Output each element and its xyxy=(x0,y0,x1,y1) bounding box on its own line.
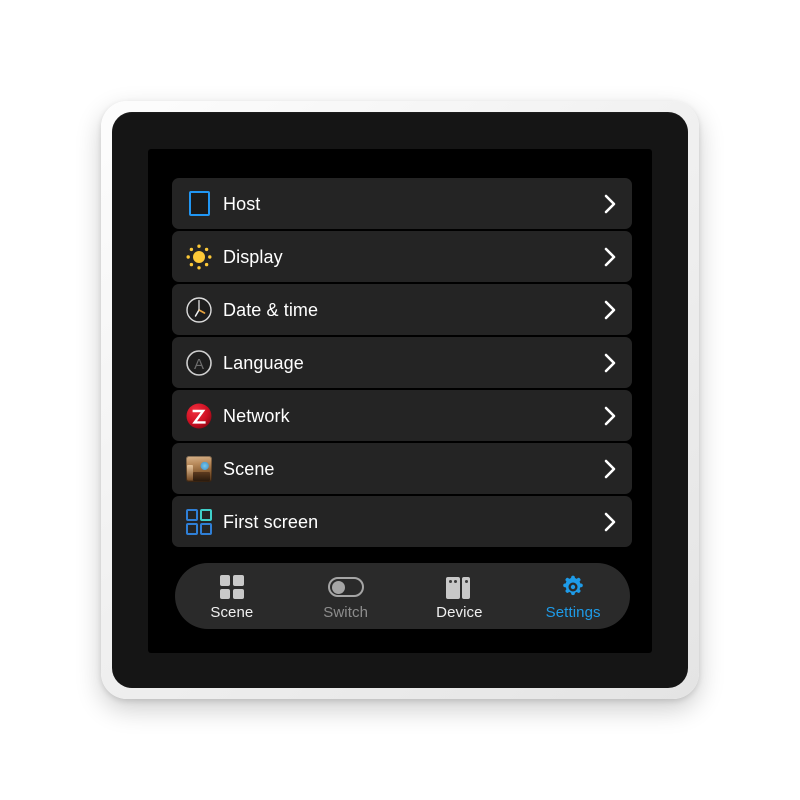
settings-row-label: Network xyxy=(223,405,290,426)
toggle-icon xyxy=(327,574,364,600)
tab-label-device: Device xyxy=(436,604,483,621)
settings-row-host[interactable]: Host xyxy=(172,178,632,229)
settings-row-label: Host xyxy=(223,193,261,214)
tab-settings[interactable]: Settings xyxy=(516,572,630,620)
device-screen: Host Display Date & time A Language Netw… xyxy=(148,149,652,653)
chevron-right-icon[interactable] xyxy=(602,351,618,375)
settings-row-network[interactable]: Network xyxy=(172,390,632,441)
chevron-right-icon[interactable] xyxy=(602,192,618,216)
tab-scene[interactable]: Scene xyxy=(175,572,289,620)
bottom-tab-bar: Scene Switch Device Settings xyxy=(175,563,630,629)
settings-row-label: Scene xyxy=(223,458,275,479)
four-square-grid-icon xyxy=(184,507,214,537)
chevron-right-icon[interactable] xyxy=(602,510,618,534)
settings-row-label: First screen xyxy=(223,511,319,532)
clock-icon xyxy=(184,295,214,325)
settings-row-date-time[interactable]: Date & time xyxy=(172,284,632,335)
letter-a-circle-icon: A xyxy=(184,348,214,378)
chevron-right-icon[interactable] xyxy=(602,457,618,481)
zigbee-z-logo-icon xyxy=(184,401,214,431)
tab-label-settings: Settings xyxy=(545,604,601,621)
tab-device[interactable]: Device xyxy=(403,572,517,620)
settings-row-label: Date & time xyxy=(223,299,319,320)
tab-switch[interactable]: Switch xyxy=(289,572,403,620)
tab-label-scene: Scene xyxy=(210,604,254,621)
host-square-icon xyxy=(184,189,214,219)
settings-row-first-screen[interactable]: First screen xyxy=(172,496,632,547)
svg-text:A: A xyxy=(194,356,204,373)
settings-row-label: Language xyxy=(223,352,304,373)
settings-list: Host Display Date & time A Language Netw… xyxy=(172,178,632,549)
gear-icon xyxy=(560,574,586,600)
sun-brightness-icon xyxy=(184,242,214,272)
chevron-right-icon[interactable] xyxy=(602,404,618,428)
chevron-right-icon[interactable] xyxy=(602,245,618,269)
settings-row-label: Display xyxy=(223,246,283,267)
room-photo-thumbnail-icon xyxy=(184,454,214,484)
tab-label-switch: Switch xyxy=(323,604,369,621)
settings-row-scene[interactable]: Scene xyxy=(172,443,632,494)
screenshot-stage: Host Display Date & time A Language Netw… xyxy=(0,0,800,800)
settings-row-display[interactable]: Display xyxy=(172,231,632,282)
chevron-right-icon[interactable] xyxy=(602,298,618,322)
device-panel-icon xyxy=(446,574,472,600)
settings-row-language[interactable]: A Language xyxy=(172,337,632,388)
grid-icon xyxy=(219,574,244,600)
